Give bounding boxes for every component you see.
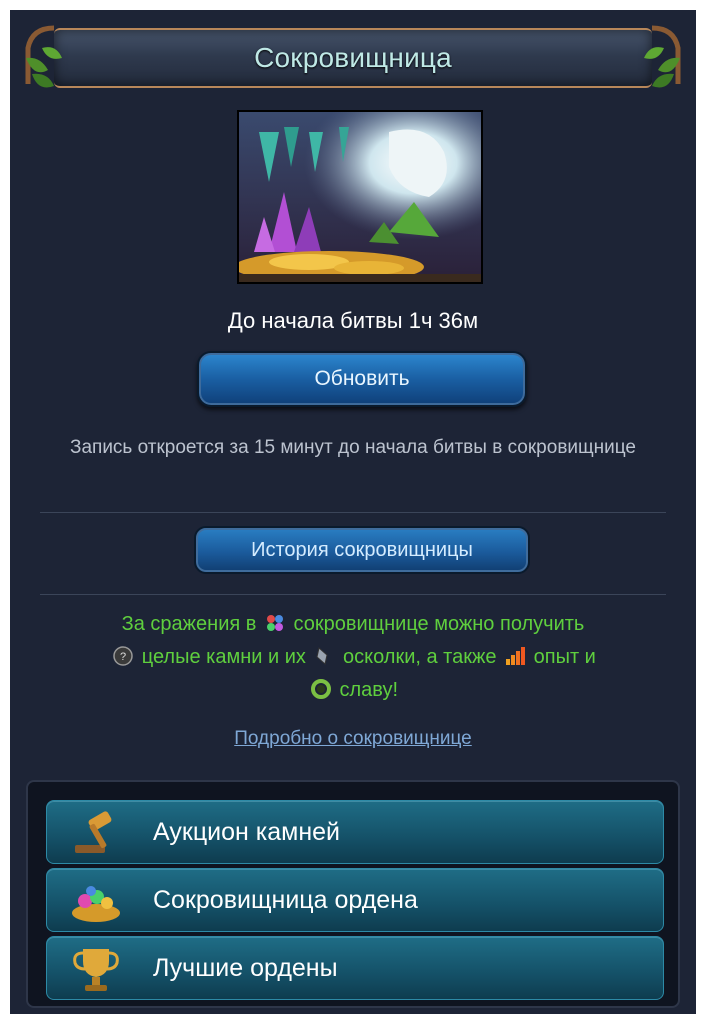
header: Сокровищница bbox=[18, 18, 688, 98]
svg-text:?: ? bbox=[120, 651, 126, 663]
divider bbox=[40, 594, 666, 595]
refresh-button[interactable]: Обновить bbox=[197, 351, 527, 407]
whole-stone-icon: ? bbox=[113, 646, 133, 666]
battle-countdown: До начала битвы 1ч 36м bbox=[227, 308, 479, 333]
cave-image bbox=[237, 110, 483, 284]
menu-item-label: Аукцион камней bbox=[153, 818, 341, 846]
gavel-icon bbox=[75, 811, 112, 853]
menu-item-stone-auction[interactable]: Аукцион камней bbox=[46, 800, 664, 864]
rewards-text-6: славу! bbox=[339, 679, 399, 701]
rewards-text-5: опыт и bbox=[533, 646, 596, 668]
experience-bars-icon bbox=[506, 647, 526, 665]
shard-icon bbox=[316, 647, 328, 665]
rewards-text-2: сокровищнице можно получить bbox=[293, 613, 585, 635]
registration-note: Запись откроется за 15 минут до начала б… bbox=[69, 437, 636, 458]
rewards-description: За сражения в сокровищнице можно получит… bbox=[34, 608, 672, 707]
rewards-text-4: осколки, а также bbox=[343, 646, 497, 668]
menu-item-label: Лучшие ордены bbox=[153, 954, 338, 982]
page-title: Сокровищница bbox=[254, 42, 452, 73]
more-about-treasury-link[interactable]: Подробно о сокровищнице bbox=[10, 728, 696, 750]
menu-item-best-orders[interactable]: Лучшие ордены bbox=[46, 936, 664, 1000]
treasury-panel: Сокровищница До начала битвы 1ч 36м Обно… bbox=[10, 10, 696, 1014]
glory-wreath-icon bbox=[310, 679, 331, 699]
rewards-text-3: целые камни и их bbox=[141, 646, 306, 668]
menu-item-label: Сокровищница ордена bbox=[153, 886, 418, 914]
divider bbox=[40, 512, 666, 513]
rewards-text-1: За сражения в bbox=[121, 613, 257, 635]
trophy-icon bbox=[73, 949, 119, 991]
treasure-pile-icon bbox=[72, 886, 120, 922]
treasury-history-button[interactable]: История сокровищницы bbox=[194, 526, 530, 574]
menu-item-order-treasury[interactable]: Сокровищница ордена bbox=[46, 868, 664, 932]
treasury-menu: Аукцион камней Сокровищница ордена Лучши… bbox=[26, 780, 680, 1008]
gems-icon bbox=[266, 615, 283, 631]
